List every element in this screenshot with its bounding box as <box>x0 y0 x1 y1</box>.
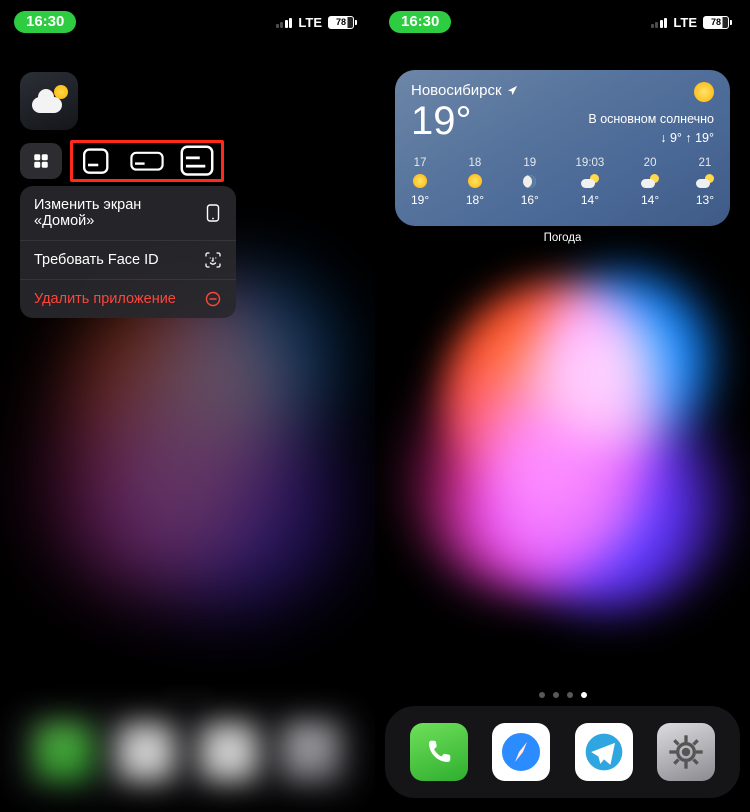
signal-icon <box>651 16 668 28</box>
phone-icon <box>424 737 454 767</box>
forecast-hour: 2113° <box>696 157 714 207</box>
forecast-hour: 2014° <box>641 157 659 207</box>
forecast-hour: 19:0314° <box>576 157 605 207</box>
dock-phone[interactable] <box>410 723 468 781</box>
app-grid-button[interactable] <box>20 143 62 179</box>
grid-icon <box>32 152 50 170</box>
faceid-icon <box>204 252 222 268</box>
status-bar: 16:30 LTE 78 <box>375 0 750 44</box>
network-label: LTE <box>298 15 322 30</box>
status-bar: 16:30 LTE 78 <box>0 0 375 44</box>
size-large-icon <box>179 144 215 177</box>
battery-icon: 78 <box>703 16 732 29</box>
dock-settings[interactable] <box>657 723 715 781</box>
widget-size-large[interactable] <box>179 148 215 174</box>
context-menu: Изменить экран «Домой» Требовать Face ID… <box>20 186 236 318</box>
menu-require-faceid[interactable]: Требовать Face ID <box>20 241 236 280</box>
network-label: LTE <box>673 15 697 30</box>
phone-screen-right: 16:30 LTE 78 Новосибирск 19° <box>375 0 750 812</box>
weather-condition: В основном солнечно ↓ 9° ↑ 19° <box>588 82 714 147</box>
menu-delete-app-label: Удалить приложение <box>34 291 176 307</box>
menu-edit-home[interactable]: Изменить экран «Домой» <box>20 186 236 241</box>
dock <box>385 706 740 798</box>
status-time: 16:30 <box>14 11 76 33</box>
phone-screen-left: 16:30 LTE 78 <box>0 0 375 812</box>
dock-settings[interactable] <box>282 723 340 781</box>
size-medium-icon <box>129 148 165 174</box>
widget-size-medium[interactable] <box>129 148 165 174</box>
dock-phone[interactable] <box>35 723 93 781</box>
size-small-icon <box>79 147 115 175</box>
forecast-hour: 1719° <box>411 157 429 207</box>
page-indicator <box>0 692 375 698</box>
weather-widget[interactable]: Новосибирск 19° В основном солнечно ↓ 9°… <box>395 70 730 226</box>
telegram-icon <box>582 730 626 774</box>
menu-edit-home-label: Изменить экран «Домой» <box>34 197 204 229</box>
widget-size-row <box>20 140 224 182</box>
location-arrow-icon <box>507 85 518 96</box>
widget-size-small[interactable] <box>79 148 115 174</box>
dock-safari[interactable] <box>117 723 175 781</box>
widget-label: Погода <box>375 232 750 244</box>
dock-safari[interactable] <box>492 723 550 781</box>
phone-outline-icon <box>204 204 222 222</box>
weather-app-icon[interactable] <box>20 72 78 130</box>
forecast-hour: 1818° <box>466 157 484 207</box>
dock <box>10 706 365 798</box>
weather-temp: 19° <box>411 101 518 141</box>
weather-forecast-row: 1719° 1818° 1916° 19:0314° 2014° 2113° <box>411 157 714 207</box>
battery-icon: 78 <box>328 16 357 29</box>
menu-require-faceid-label: Требовать Face ID <box>34 252 159 268</box>
status-time: 16:30 <box>389 11 451 33</box>
weather-icon <box>32 87 66 115</box>
gear-icon <box>666 732 706 772</box>
minus-circle-icon <box>204 291 222 307</box>
dock-telegram[interactable] <box>200 723 258 781</box>
safari-icon <box>497 728 545 776</box>
menu-delete-app[interactable]: Удалить приложение <box>20 280 236 318</box>
forecast-hour: 1916° <box>521 157 539 207</box>
signal-icon <box>276 16 293 28</box>
page-indicator[interactable] <box>375 692 750 698</box>
sun-icon <box>694 82 714 102</box>
widget-size-highlight <box>70 140 224 182</box>
dock-telegram[interactable] <box>575 723 633 781</box>
weather-location: Новосибирск <box>411 82 518 99</box>
